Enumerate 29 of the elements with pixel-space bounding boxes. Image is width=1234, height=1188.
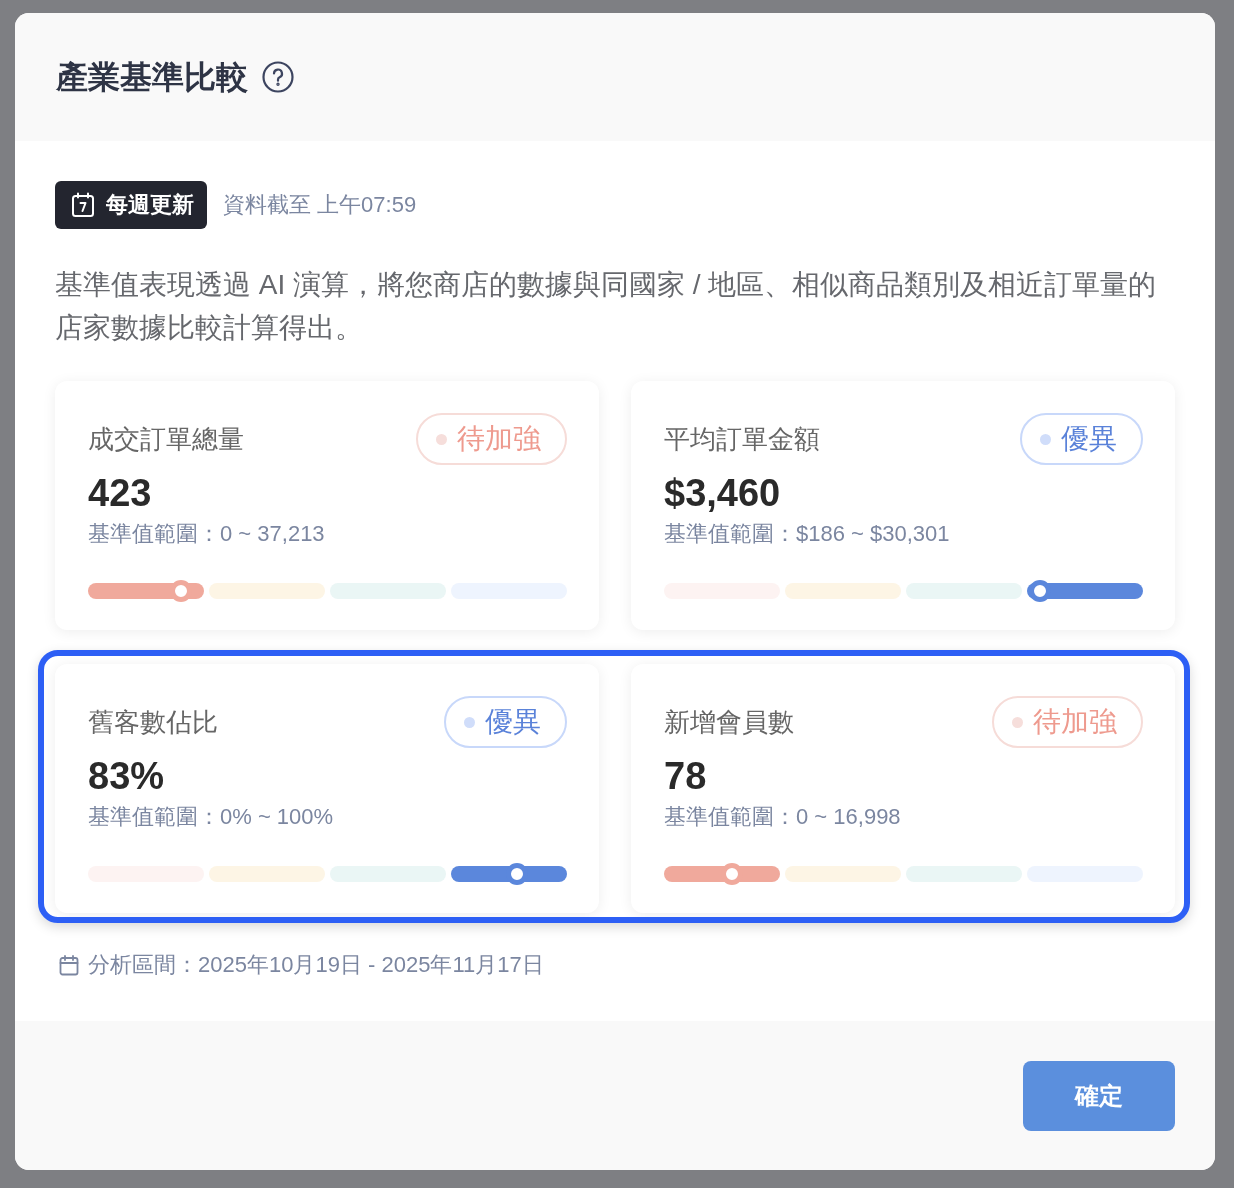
- metric-value: $3,460: [664, 471, 782, 516]
- status-dot-icon: [1012, 716, 1023, 728]
- metric-value: 83%: [88, 754, 166, 799]
- status-dot-icon: [436, 433, 447, 445]
- benchmark-range: 基準值範圍：0 ~ 16,998: [664, 803, 902, 831]
- dialog-title: 產業基準比較: [56, 57, 248, 97]
- benchmark-range: 基準值範圍：$186 ~ $30,301: [664, 520, 951, 548]
- status-tag: 待加強: [416, 413, 567, 465]
- help-icon[interactable]: [262, 61, 294, 93]
- metric-title: 成交訂單總量: [88, 422, 244, 456]
- benchmark-range: 基準值範圍：0% ~ 100%: [88, 803, 335, 831]
- calendar-icon: [70, 192, 96, 218]
- calendar-icon: [59, 954, 79, 976]
- metric-value: 423: [88, 471, 153, 516]
- weekly-update-badge: 每週更新: [55, 181, 207, 229]
- confirm-button[interactable]: 確定: [1023, 1060, 1175, 1131]
- status-tag: 待加強: [992, 696, 1143, 748]
- status-tag: 優異: [1020, 413, 1143, 465]
- status-dot-icon: [1040, 433, 1051, 445]
- metric-title: 舊客數佔比: [88, 705, 218, 739]
- data-timestamp: 資料截至 上午07:59: [223, 191, 417, 219]
- status-tag: 優異: [444, 696, 567, 748]
- metric-title: 平均訂單金額: [664, 422, 820, 456]
- description-text: 基準值表現透過 AI 演算，將您商店的數據與同國家 / 地區、相似商品類別及相近訂單量的店家數據比較計算得出。: [55, 268, 1158, 345]
- metric-value: 78: [664, 754, 708, 799]
- metric-title: 新增會員數: [664, 705, 794, 739]
- analysis-period: 分析區間：2025年10月19日 - 2025年11月17日: [88, 951, 544, 979]
- benchmark-range: 基準值範圍：0 ~ 37,213: [88, 520, 326, 548]
- status-dot-icon: [464, 716, 475, 728]
